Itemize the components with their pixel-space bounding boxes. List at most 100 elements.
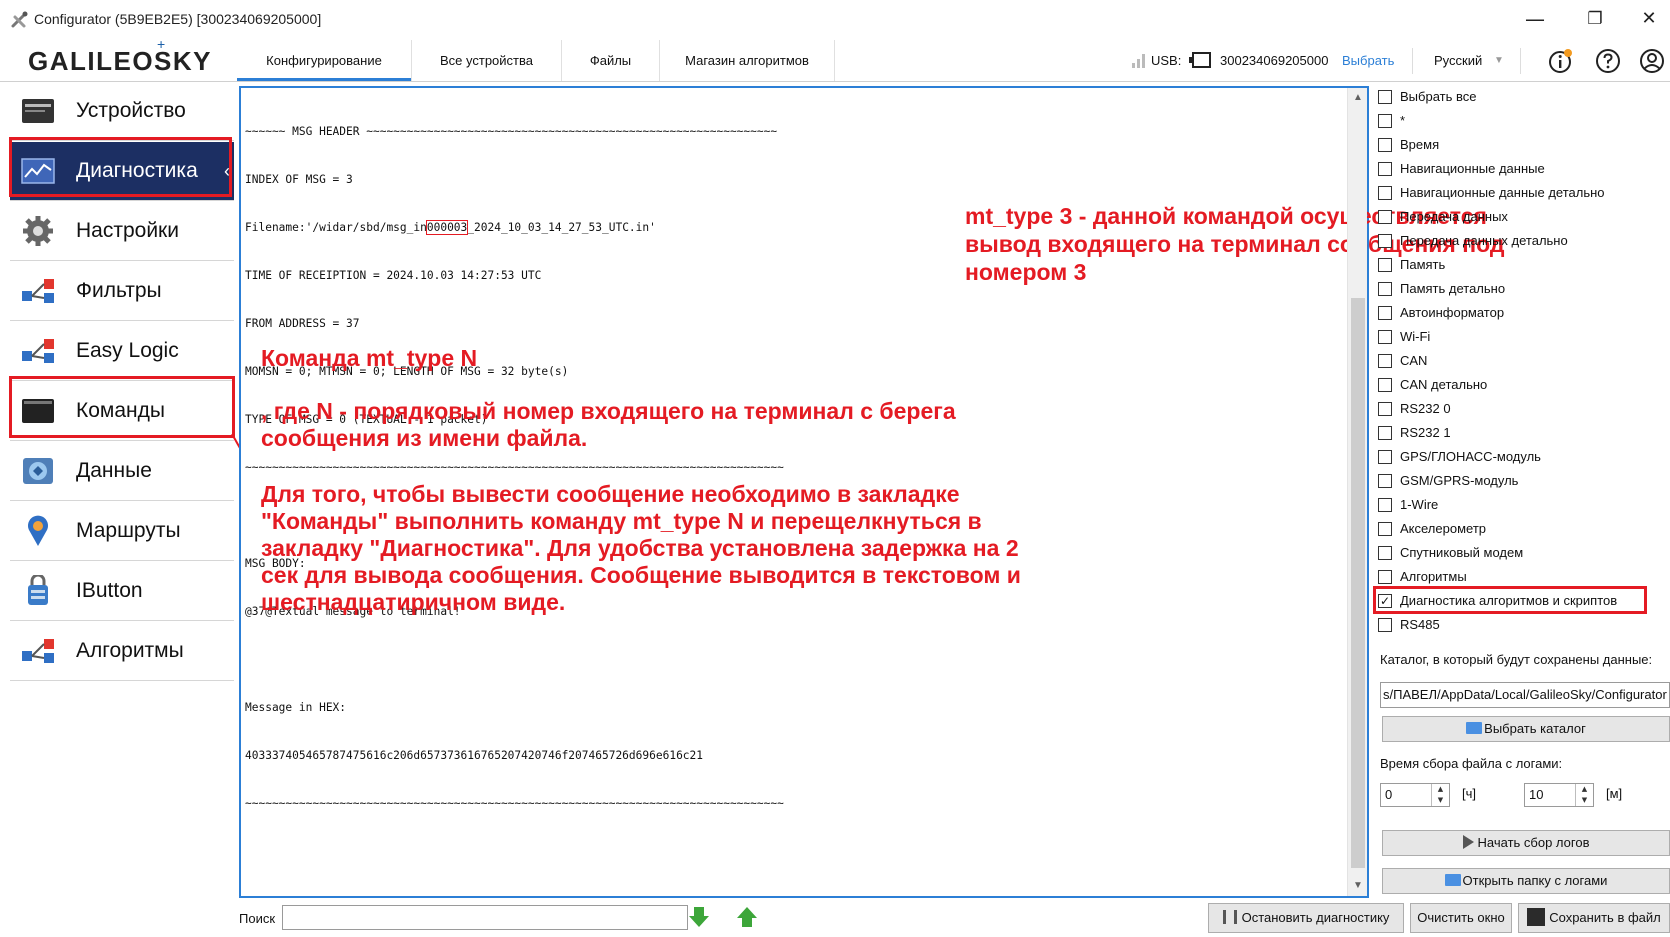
- checkbox[interactable]: [1378, 618, 1392, 632]
- choose-device-link[interactable]: Выбрать: [1342, 40, 1394, 81]
- sidebar-item-filters[interactable]: Фильтры: [10, 262, 234, 321]
- checkbox[interactable]: [1378, 162, 1392, 176]
- annotation-command: Команда mt_type N: [261, 345, 478, 371]
- sidebar-item-device[interactable]: Устройство: [10, 82, 234, 141]
- checkbox-label: *: [1400, 113, 1406, 128]
- checkbox[interactable]: [1378, 474, 1392, 488]
- minutes-stepper-arrows[interactable]: ▲ ▼: [1575, 784, 1593, 806]
- checkbox[interactable]: [1378, 354, 1392, 368]
- search-input[interactable]: [282, 905, 688, 930]
- log-line: Message in HEX:: [245, 701, 347, 714]
- commands-highlight-box: [9, 376, 235, 438]
- folder-icon: [1466, 722, 1483, 734]
- checkbox[interactable]: [1378, 210, 1392, 224]
- open-logs-folder-label: Открыть папку с логами: [1462, 873, 1608, 888]
- language-select[interactable]: Русский: [1434, 40, 1482, 81]
- log-filename-prefix: Filename:'/widar/sbd/msg_in: [245, 221, 427, 234]
- checkbox-label: Wi-Fi: [1400, 329, 1431, 344]
- checkbox-label: Передача данных детально: [1400, 233, 1568, 248]
- sidebar-item-easy-logic[interactable]: Easy Logic: [10, 322, 234, 381]
- minimize-button[interactable]: —: [1518, 6, 1552, 32]
- checkbox[interactable]: [1378, 378, 1392, 392]
- stop-diagnostics-label: Остановить диагностику: [1241, 910, 1390, 925]
- checkbox[interactable]: [1378, 306, 1392, 320]
- checkbox[interactable]: [1378, 570, 1392, 584]
- checkbox[interactable]: [1378, 90, 1392, 104]
- tab-files[interactable]: Файлы: [561, 40, 659, 81]
- chevron-down-icon[interactable]: ▼: [1494, 40, 1504, 81]
- checkbox[interactable]: [1378, 498, 1392, 512]
- help-icon[interactable]: [1595, 48, 1621, 74]
- device-icon: [22, 99, 54, 123]
- search-next-down-icon[interactable]: [686, 904, 712, 930]
- folder-path-field[interactable]: s/ПАВЕЛ/AppData/Local/GalileoSky/Configu…: [1380, 682, 1670, 708]
- checkbox[interactable]: [1378, 258, 1392, 272]
- log-line: ~~~~~~~~~~~~~~~~~~~~~~~~~~~~~~~~~~~~~~~~…: [245, 461, 784, 474]
- sidebar-item-label: Алгоритмы: [76, 639, 184, 662]
- checkbox[interactable]: [1378, 546, 1392, 560]
- algorithms-icon: [22, 639, 54, 663]
- checkbox[interactable]: [1378, 234, 1392, 248]
- usb-device-icon: [1189, 52, 1211, 68]
- minutes-spinbox[interactable]: 10 ▲ ▼: [1524, 783, 1594, 807]
- checkbox[interactable]: [1378, 138, 1392, 152]
- diagnostics-log-panel[interactable]: ~~~~~~ MSG HEADER ~~~~~~~~~~~~~~~~~~~~~~…: [239, 86, 1504, 898]
- checkbox[interactable]: [1378, 282, 1392, 296]
- configurator-app-icon: [11, 11, 28, 28]
- checkbox[interactable]: [1378, 330, 1392, 344]
- stop-diagnostics-button[interactable]: Остановить диагностику: [1208, 903, 1404, 933]
- scroll-thumb[interactable]: [1351, 298, 1365, 868]
- log-time-label: Время сбора файла с логами:: [1380, 756, 1563, 771]
- floppy-save-icon: [1527, 908, 1546, 926]
- hours-stepper-arrows[interactable]: ▲ ▼: [1431, 784, 1449, 806]
- map-pin-icon: [28, 515, 48, 546]
- sidebar-item-routes[interactable]: Маршруты: [10, 502, 234, 561]
- sidebar-item-label: Маршруты: [76, 519, 181, 542]
- start-logs-button[interactable]: Начать сбор логов: [1382, 830, 1670, 856]
- hours-unit: [ч]: [1462, 786, 1476, 801]
- choose-folder-button[interactable]: Выбрать каталог: [1382, 716, 1670, 742]
- sidebar-item-ibutton[interactable]: IButton: [10, 562, 234, 621]
- choose-folder-label: Выбрать каталог: [1484, 721, 1586, 736]
- gear-icon: [23, 216, 53, 246]
- checkbox-label: Навигационные данные: [1400, 161, 1545, 176]
- log-line: TIME OF RECEIPTION = 2024.10.03 14:27:53…: [245, 269, 542, 282]
- filters-icon: [22, 279, 54, 303]
- tab-all-devices[interactable]: Все устройства: [411, 40, 561, 81]
- checkbox-label: 1-Wire: [1400, 497, 1439, 512]
- checkbox-label: Алгоритмы: [1400, 569, 1467, 584]
- checkbox[interactable]: [1378, 114, 1392, 128]
- checkbox[interactable]: [1378, 426, 1392, 440]
- close-button[interactable]: ✕: [1632, 6, 1666, 32]
- log-line: INDEX OF MSG = 3: [245, 173, 353, 186]
- tab-configuration[interactable]: Конфигурирование: [237, 40, 411, 81]
- checkbox-label: Акселерометр: [1400, 521, 1486, 536]
- play-icon: [1462, 835, 1474, 849]
- restore-button[interactable]: ❐: [1578, 6, 1612, 32]
- sidebar-item-algorithms[interactable]: Алгоритмы: [10, 622, 234, 681]
- log-scrollbar[interactable]: ▲ ▼: [1347, 88, 1367, 896]
- open-logs-folder-button[interactable]: Открыть папку с логами: [1382, 868, 1670, 894]
- sidebar-item-settings[interactable]: Настройки: [10, 202, 234, 261]
- sidebar-item-data[interactable]: Данные: [10, 442, 234, 501]
- minutes-value: 10: [1529, 787, 1544, 802]
- checkbox[interactable]: [1378, 186, 1392, 200]
- start-logs-label: Начать сбор логов: [1477, 835, 1590, 850]
- checkbox[interactable]: [1378, 402, 1392, 416]
- info-notification-icon[interactable]: [1548, 48, 1574, 74]
- checkbox-label: Передача данных: [1400, 209, 1508, 224]
- scroll-up-icon[interactable]: ▲: [1348, 88, 1368, 108]
- hours-spinbox[interactable]: 0 ▲ ▼: [1380, 783, 1450, 807]
- search-previous-up-icon[interactable]: [734, 904, 760, 930]
- clear-window-button[interactable]: Очистить окно: [1410, 903, 1512, 933]
- tab-algorithm-store[interactable]: Магазин алгоритмов: [659, 40, 835, 81]
- checkbox[interactable]: [1378, 450, 1392, 464]
- save-to-file-button[interactable]: Сохранить в файл: [1518, 903, 1670, 933]
- user-account-icon[interactable]: [1639, 48, 1665, 74]
- checkbox-label: GPS/ГЛОНАСС-модуль: [1400, 449, 1541, 464]
- checkbox[interactable]: [1378, 522, 1392, 536]
- checkbox-label: CAN: [1400, 353, 1428, 368]
- log-filename-suffix: _2024_10_03_14_27_53_UTC.in': [467, 221, 656, 234]
- log-line: ~~~~~~~~~~~~~~~~~~~~~~~~~~~~~~~~~~~~~~~~…: [245, 797, 784, 810]
- scroll-down-icon[interactable]: ▼: [1348, 876, 1368, 896]
